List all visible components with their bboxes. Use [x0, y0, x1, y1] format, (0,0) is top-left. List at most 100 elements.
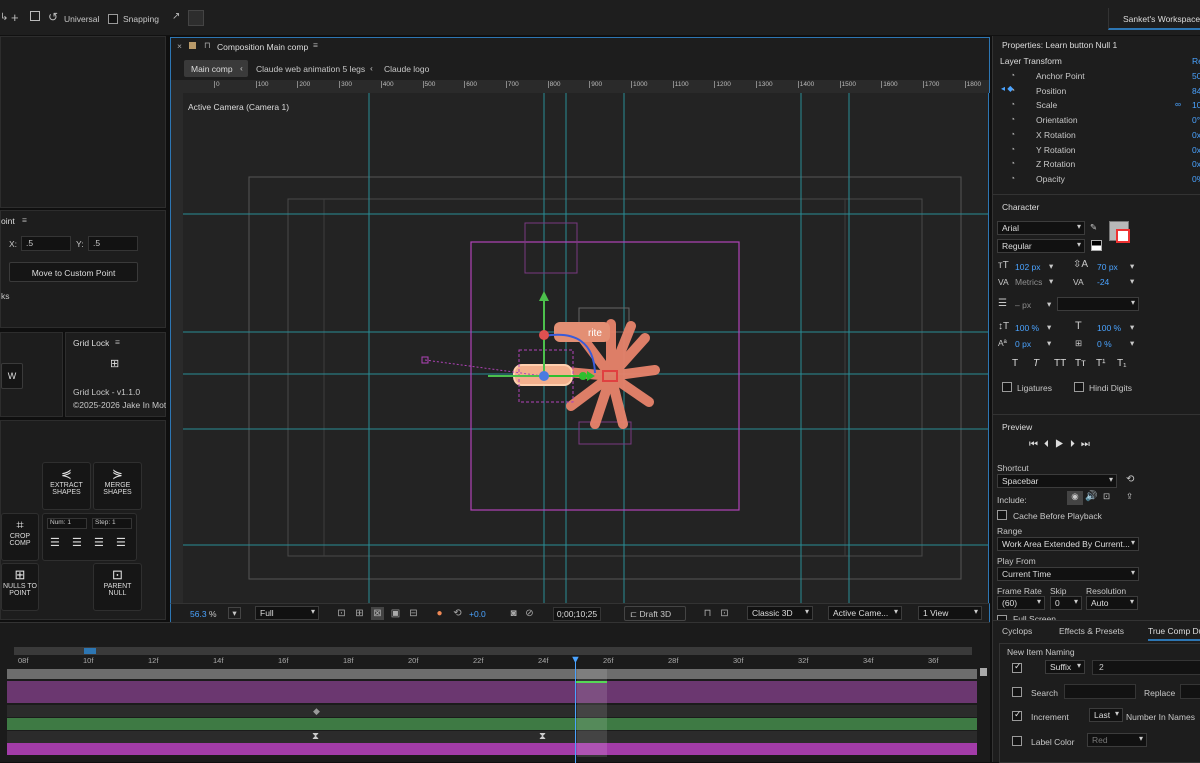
stopwatch-icon[interactable]: ◔	[1010, 173, 1015, 183]
stopwatch-icon[interactable]: ◔	[1010, 129, 1015, 139]
label-color-checkbox[interactable]	[1012, 736, 1022, 746]
dropdown-arrow[interactable]: ▾	[1130, 322, 1134, 333]
track-purple-layer[interactable]	[7, 681, 977, 703]
stopwatch-icon[interactable]: ◔	[1010, 144, 1015, 154]
first-frame-icon[interactable]: ⏮	[1029, 439, 1044, 450]
work-area-end-marker[interactable]	[980, 668, 987, 676]
next-frame-icon[interactable]: ⏵	[1070, 439, 1081, 450]
include-overlay-icon[interactable]: ⊡	[1103, 491, 1110, 502]
keyframe-icon[interactable]: ◆	[313, 706, 320, 717]
camera-icon[interactable]: ◙	[507, 607, 520, 620]
kerning-value[interactable]: Metrics	[1015, 277, 1042, 287]
extended-viewer-icon[interactable]: ⊡	[718, 607, 731, 620]
tab-cyclops[interactable]: Cyclops	[1002, 626, 1032, 636]
reset-shortcut-icon[interactable]: ⟲	[1126, 474, 1134, 485]
font-style-dropdown[interactable]: Regular	[997, 239, 1085, 253]
renderer-dropdown[interactable]: Classic 3D	[747, 606, 813, 620]
snap-arrow-icon[interactable]: ↗	[172, 11, 180, 22]
label-color-dropdown[interactable]: Red	[1087, 733, 1147, 747]
exposure-value[interactable]: +0.0	[469, 609, 486, 619]
playhead-line[interactable]	[575, 659, 576, 763]
prev-frame-icon[interactable]: ⏴	[1044, 439, 1055, 450]
frame-rate-dropdown[interactable]: (60)	[997, 596, 1045, 610]
stroke-width-value[interactable]: – px	[1015, 300, 1031, 310]
snapping-checkbox[interactable]	[108, 14, 118, 24]
panel-menu-icon[interactable]: ≡	[115, 337, 120, 347]
play-from-dropdown[interactable]: Current Time	[997, 567, 1139, 581]
skip-dropdown[interactable]: 0	[1050, 596, 1082, 610]
vertical-scale-value[interactable]: 100 %	[1015, 323, 1039, 333]
snap-target-icon[interactable]	[188, 10, 204, 26]
vertical-ruler[interactable]	[170, 93, 183, 603]
w-button[interactable]: W	[1, 363, 23, 389]
tsume-value[interactable]: 0 %	[1097, 339, 1112, 349]
zoom-value[interactable]: 56.3	[190, 609, 207, 619]
nulls-to-point-button[interactable]: ⊞ NULLS TO POINT	[1, 563, 39, 611]
leading-value[interactable]: 70 px	[1097, 262, 1118, 272]
lock-icon[interactable]: ⊓	[204, 40, 211, 51]
suffix-checkbox[interactable]	[1012, 661, 1022, 673]
include-video-icon[interactable]: ◉	[1067, 491, 1083, 505]
y-input[interactable]: .5	[88, 236, 138, 251]
stopwatch-icon[interactable]: ◔	[1010, 99, 1015, 109]
property-value[interactable]: 84	[1192, 86, 1200, 96]
include-audio-icon[interactable]: 🔊	[1085, 491, 1097, 502]
swap-colors-icon[interactable]	[1091, 240, 1102, 251]
hold-keyframe-icon[interactable]: ⧗	[539, 731, 546, 742]
parent-null-button[interactable]: ⊡ PARENT NULL	[93, 563, 142, 611]
play-icon[interactable]: ▶	[1055, 439, 1070, 450]
breadcrumb-main-comp[interactable]: Main comp	[184, 60, 248, 77]
skew-right-icon[interactable]: ☰	[94, 536, 104, 549]
draft-3d-toggle[interactable]: ⊏ Draft 3D	[624, 606, 686, 621]
zoom-dropdown-icon[interactable]: ▾	[228, 607, 241, 619]
show-snapshot-icon[interactable]: ⊘	[523, 607, 536, 620]
dropdown-arrow[interactable]: ▾	[1130, 338, 1134, 349]
move-to-custom-point-button[interactable]: Move to Custom Point	[9, 262, 138, 282]
num-field[interactable]: Num: 1	[47, 518, 87, 529]
increment-checkbox[interactable]	[1012, 709, 1022, 721]
snapping-label[interactable]: Snapping	[123, 14, 159, 24]
last-frame-icon[interactable]: ⏭	[1081, 439, 1096, 450]
suffix-text-input[interactable]: 2	[1092, 660, 1200, 675]
baseline-value[interactable]: 0 px	[1015, 339, 1031, 349]
type-style-button[interactable]: T₁	[1117, 358, 1126, 369]
3d-ground-icon[interactable]: ⊓	[701, 607, 714, 620]
horizontal-ruler[interactable]: 0 100 200 300 400 500 600 700 800 900 1000 1100 1200…	[170, 80, 990, 93]
step-field[interactable]: Step: 1	[92, 518, 132, 529]
resolution-dropdown[interactable]: Full	[255, 606, 319, 620]
type-style-button[interactable]: T	[1012, 358, 1018, 369]
breadcrumb-web-animation[interactable]: Claude web animation 5 legs	[256, 64, 365, 74]
track-magenta-layer[interactable]	[7, 743, 977, 755]
shortcut-dropdown[interactable]: Spacebar	[997, 474, 1117, 488]
property-value[interactable]: 0x	[1192, 159, 1200, 169]
dropdown-arrow[interactable]: ▾	[1130, 276, 1134, 287]
tracking-value[interactable]: -24	[1097, 277, 1109, 287]
property-value[interactable]: 10	[1192, 100, 1200, 110]
resolution-dropdown[interactable]: Auto	[1086, 596, 1138, 610]
property-value[interactable]: 0%	[1192, 174, 1200, 184]
align-center-icon[interactable]: ☰	[116, 536, 126, 549]
font-size-value[interactable]: 102 px	[1015, 262, 1041, 272]
type-style-button[interactable]: Tт	[1075, 358, 1086, 369]
search-input[interactable]	[1064, 684, 1136, 699]
stopwatch-icon[interactable]: ◔	[1010, 158, 1015, 168]
panel-menu-icon[interactable]: ≡	[22, 215, 27, 225]
stroke-style-dropdown[interactable]	[1057, 297, 1139, 311]
snapshot-view-icon[interactable]: ⊟	[407, 607, 420, 620]
pen-icon[interactable]: ↳	[0, 12, 8, 23]
property-value[interactable]: 0x	[1192, 145, 1200, 155]
x-input[interactable]: .5	[21, 236, 71, 251]
suffix-dropdown[interactable]: Suffix	[1045, 660, 1085, 674]
replace-input[interactable]	[1180, 684, 1200, 699]
property-value[interactable]: 0x	[1192, 130, 1200, 140]
crop-comp-button[interactable]: ⌗ CROP COMP	[1, 513, 39, 561]
transparency-grid-icon[interactable]: ⊞	[353, 607, 366, 620]
extract-shapes-button[interactable]: ⋞ EXTRACT SHAPES	[42, 462, 91, 510]
horizontal-scale-value[interactable]: 100 %	[1097, 323, 1121, 333]
type-style-button[interactable]: T¹	[1096, 358, 1105, 369]
constrain-proportions-icon[interactable]: ∞	[1175, 99, 1181, 109]
search-checkbox[interactable]	[1012, 687, 1022, 697]
breadcrumb-claude-logo[interactable]: Claude logo	[384, 64, 429, 74]
font-dropdown[interactable]: Arial	[997, 221, 1085, 235]
playhead-icon[interactable]: ▼	[570, 654, 581, 666]
